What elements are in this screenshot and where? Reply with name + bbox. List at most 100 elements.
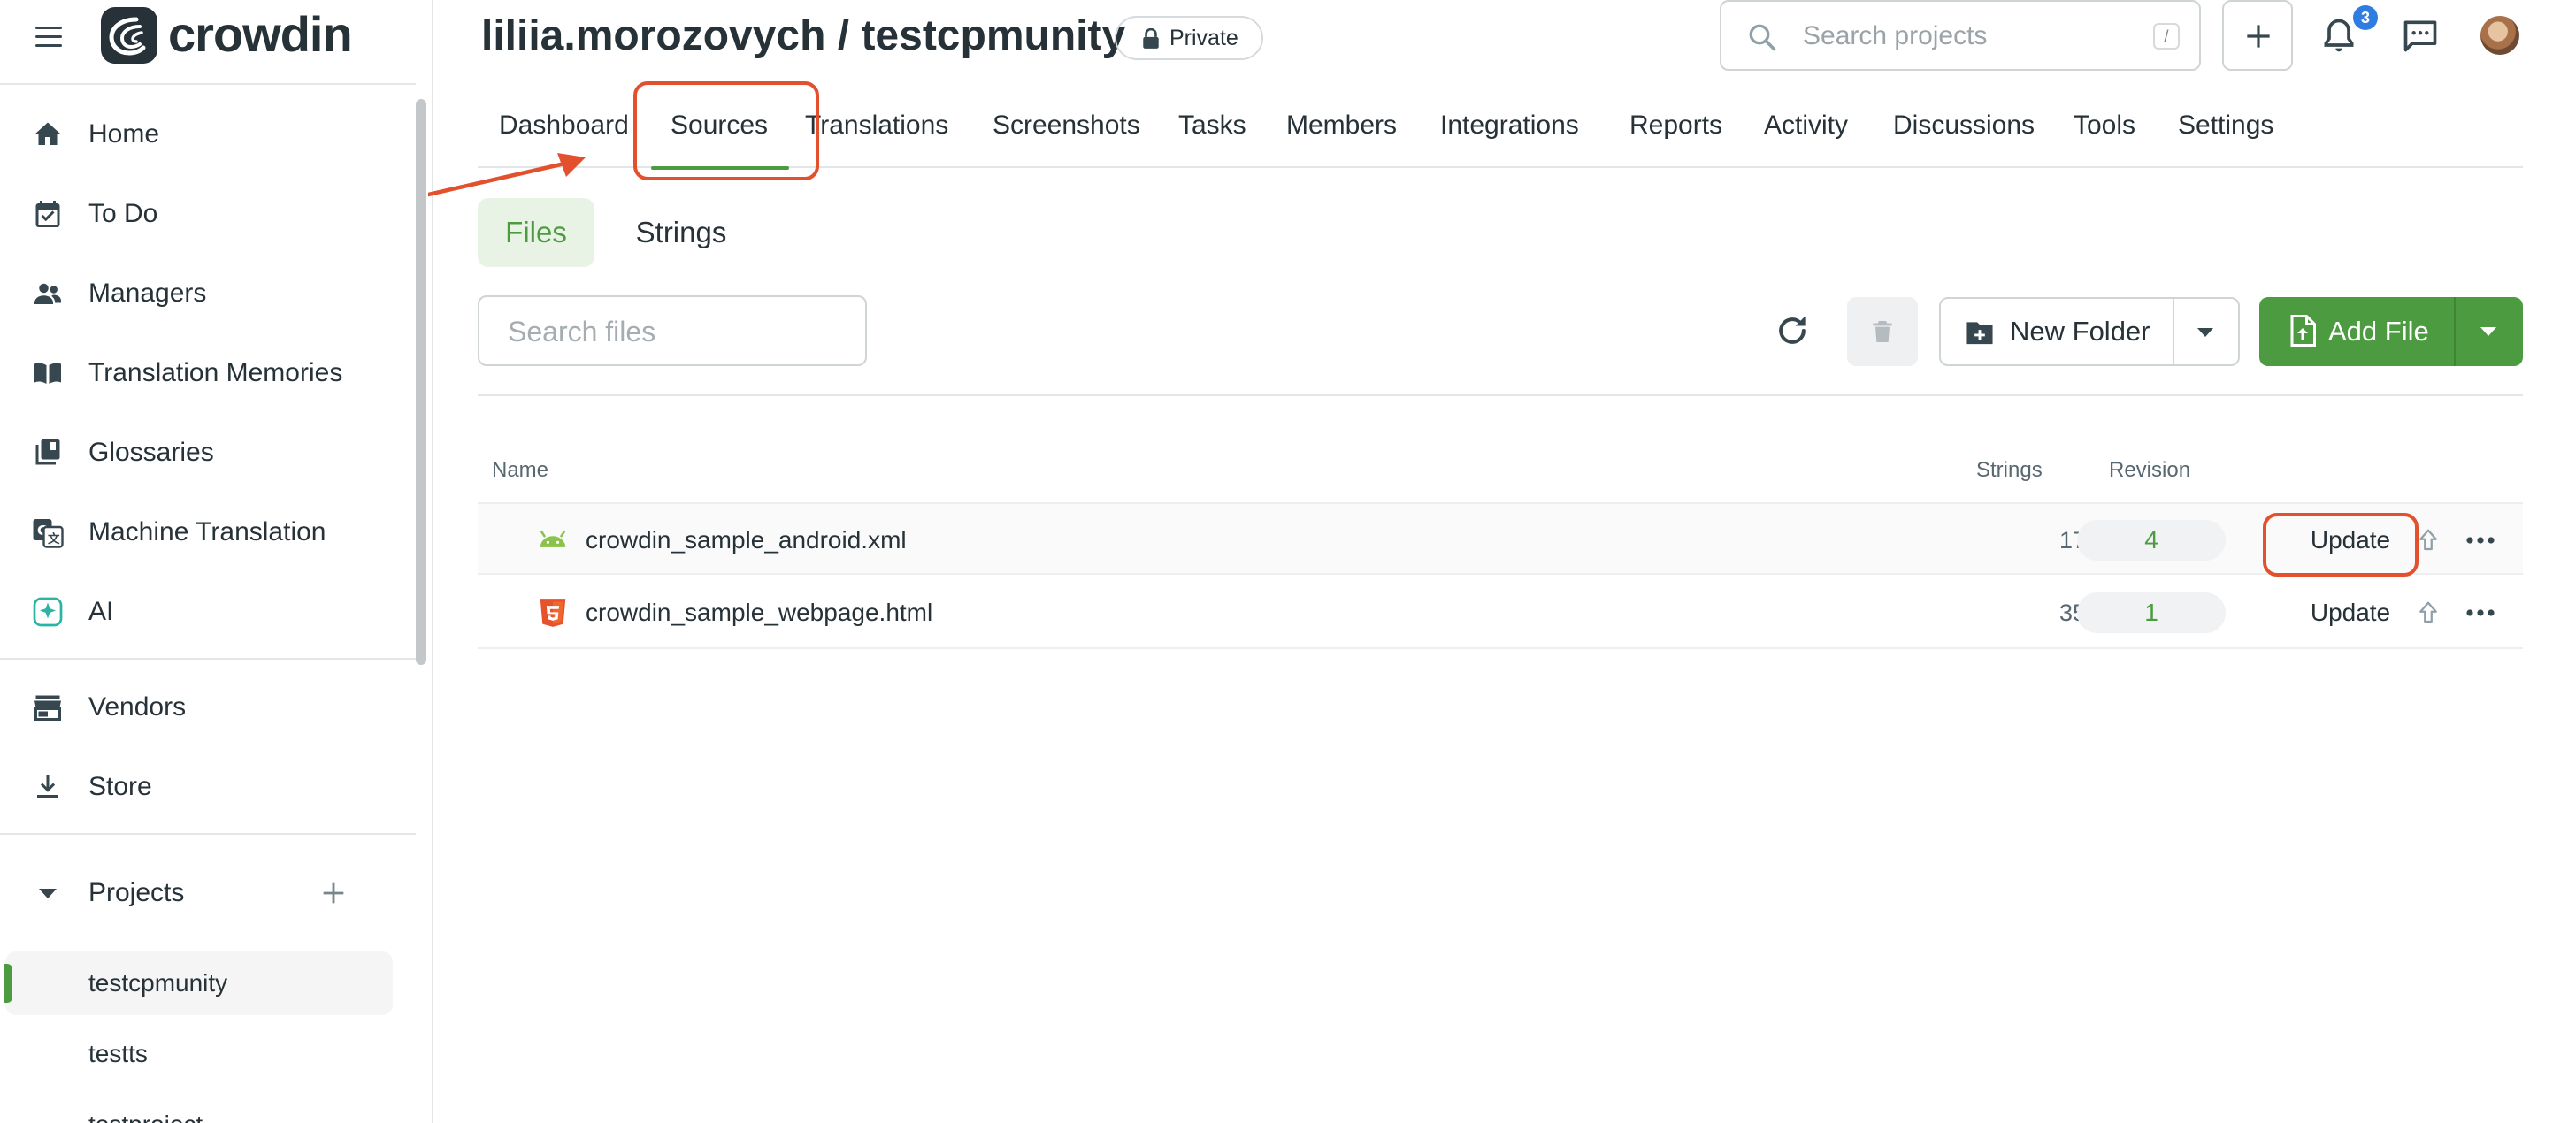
tab-discussions[interactable]: Discussions [1893,97,2035,168]
tab-reports[interactable]: Reports [1629,97,1722,168]
subtab-files[interactable]: Files [478,198,594,267]
subtab-strings[interactable]: Strings [612,198,750,267]
split-divider [2173,299,2174,364]
sidebar-divider [0,658,416,660]
revision-badge[interactable]: 1 [2077,592,2226,633]
calendar-check-icon [35,201,60,227]
add-file-dropdown-icon[interactable] [2480,327,2496,336]
new-folder-dropdown-icon[interactable] [2197,328,2213,337]
search-icon [1749,24,1776,51]
people-icon [34,283,61,304]
menu-icon[interactable] [32,23,67,51]
android-icon [540,531,566,547]
annotation-arrow-icon [428,153,586,197]
sidebar-item-label: Vendors [88,692,187,722]
book-icon [34,363,61,384]
strings-count: 35 [2058,600,2086,626]
home-icon [34,122,61,145]
sidebar-project-testcpmunity[interactable]: testcpmunity [4,951,393,1015]
more-options-icon[interactable] [2465,600,2496,626]
sidebar-item-vendors[interactable]: Vendors [0,672,416,743]
project-label: testcpmunity [88,969,228,997]
file-search-input[interactable] [508,311,844,352]
tab-integrations[interactable]: Integrations [1440,97,1579,168]
active-indicator [4,964,12,1003]
file-name[interactable]: crowdin_sample_webpage.html [586,577,932,649]
sidebar-item-glossaries[interactable]: Glossaries [0,417,416,488]
svg-text:文: 文 [48,531,60,546]
privacy-label: Private [1169,26,1238,50]
project-search[interactable]: / [1720,0,2201,71]
messages-icon[interactable] [2401,16,2440,55]
delete-button[interactable] [1847,297,1918,366]
tab-tasks[interactable]: Tasks [1178,97,1246,168]
tab-activity[interactable]: Activity [1764,97,1848,168]
tab-tools[interactable]: Tools [2074,97,2135,168]
store-front-icon [34,695,61,721]
sidebar-item-machine-translation[interactable]: G文 Machine Translation [0,497,416,568]
update-button[interactable]: Update [2293,592,2408,633]
project-label: testts [88,1040,148,1067]
file-upload-icon [2290,315,2316,347]
sidebar-item-todo[interactable]: To Do [0,179,416,249]
split-divider [2454,297,2456,366]
sidebar-item-label: Store [88,772,152,801]
revision-badge[interactable]: 4 [2077,520,2226,561]
tab-members[interactable]: Members [1286,97,1397,168]
sidebar-project-testts[interactable]: testts [5,1022,393,1086]
column-header-strings[interactable]: Strings [1976,455,2043,486]
notification-count-badge: 3 [2353,5,2378,30]
upload-arrow-icon[interactable] [2417,600,2440,626]
sidebar-item-label: Home [88,119,160,149]
sidebar-item-ai[interactable]: AI [0,577,416,647]
tab-screenshots[interactable]: Screenshots [993,97,1140,168]
projects-section-header[interactable]: Projects [0,862,416,924]
upload-arrow-icon[interactable] [2417,527,2440,554]
caret-down-icon[interactable] [39,889,57,898]
sidebar-divider [0,833,416,835]
brand-name[interactable]: crowdin [168,4,353,65]
project-label: testproject [88,1093,203,1123]
refresh-icon[interactable] [1773,311,1812,350]
sidebar-item-label: Managers [88,279,207,308]
more-options-icon[interactable] [2465,527,2496,554]
projects-label: Projects [88,878,185,907]
sidebar-project-testproject[interactable]: testproject [5,1093,393,1123]
glossary-icon [35,439,60,465]
search-input[interactable] [1803,16,2139,57]
download-icon [37,775,58,798]
add-file-button[interactable]: Add File [2259,297,2523,366]
folder-plus-icon [1966,322,1993,345]
sidebar-item-translation-memories[interactable]: Translation Memories [0,338,416,409]
crowdin-logo-icon[interactable] [101,7,157,64]
sidebar-item-label: AI [88,597,114,626]
table-row[interactable]: crowdin_sample_android.xml 17 4 Update [478,502,2523,575]
annotation-highlight-sources-tab [633,81,819,180]
sidebar-scrollbar[interactable] [416,99,426,665]
new-folder-label: New Folder [2010,316,2150,347]
new-folder-button[interactable]: New Folder [1939,297,2240,366]
trash-icon [1873,321,1892,342]
translate-icon: G文 [33,519,64,548]
column-header-name[interactable]: Name [492,455,548,486]
file-name[interactable]: crowdin_sample_android.xml [586,504,907,577]
sidebar-item-home[interactable]: Home [0,99,416,170]
sidebar-item-label: Machine Translation [88,517,326,546]
strings-count: 17 [2058,527,2086,554]
tab-translations[interactable]: Translations [805,97,948,168]
sidebar: crowdin Home To Do Managers Translation … [0,0,433,1123]
tab-settings[interactable]: Settings [2178,97,2273,168]
plus-icon [2247,25,2270,48]
column-header-revision[interactable]: Revision [2109,455,2190,486]
user-avatar[interactable] [2480,16,2519,55]
top-header: liliia.morozovych / testcpmunity Private… [435,0,2576,80]
privacy-badge: Private [1115,16,1263,60]
bell-icon[interactable] [2319,16,2358,55]
file-search[interactable] [478,295,867,366]
table-row[interactable]: crowdin_sample_webpage.html 35 1 Update [478,577,2523,649]
sidebar-item-managers[interactable]: Managers [0,258,416,329]
html5-icon [540,599,566,627]
add-project-icon[interactable] [318,878,349,908]
create-button[interactable] [2222,0,2293,71]
sidebar-item-store[interactable]: Store [0,752,416,822]
